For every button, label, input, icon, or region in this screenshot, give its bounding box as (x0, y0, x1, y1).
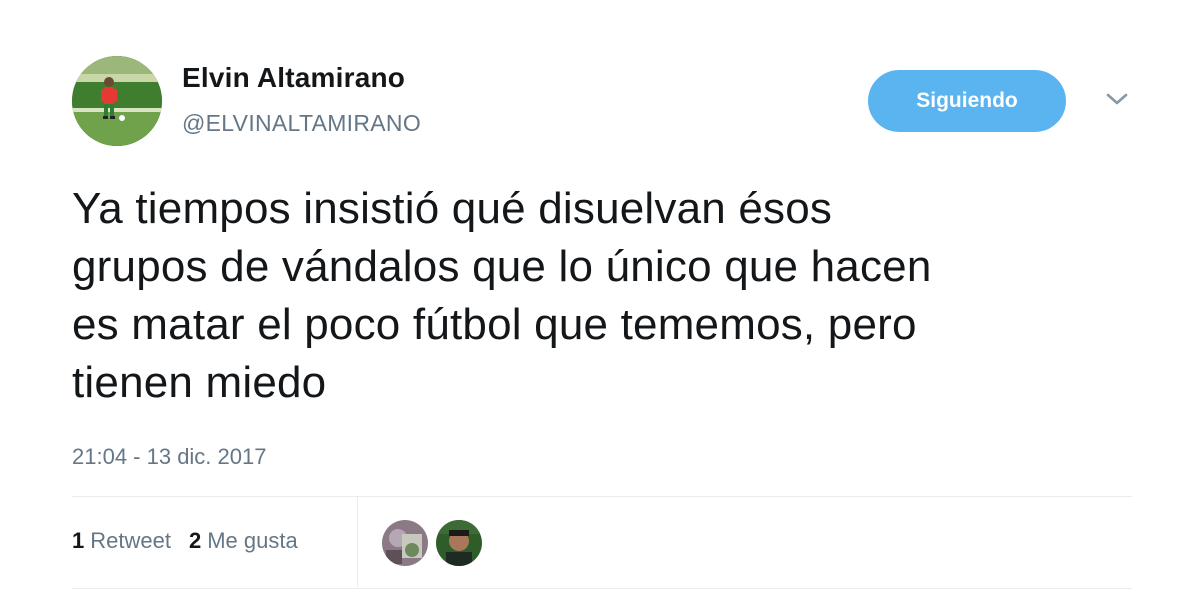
retweet-stat[interactable]: 1 Retweet (72, 528, 171, 554)
user-name[interactable]: Elvin Altamirano (182, 62, 405, 94)
avatar[interactable] (72, 56, 162, 146)
tweet-card: Elvin Altamirano @ELVINALTAMIRANO Siguie… (0, 0, 1200, 596)
tweet-text: Ya tiempos insistió qué disuelvan ésos g… (72, 180, 1152, 412)
following-button[interactable]: Siguiendo (868, 70, 1066, 132)
likes-stat[interactable]: 2 Me gusta (189, 528, 298, 554)
divider (72, 588, 1132, 589)
chevron-down-icon[interactable] (1104, 88, 1130, 110)
divider (72, 496, 1132, 497)
liker-avatar[interactable] (436, 520, 482, 566)
tweet-text-line: Ya tiempos insistió qué disuelvan ésos (72, 184, 833, 233)
retweet-label: Retweet (90, 528, 171, 553)
tweet-text-line: tienen miedo (72, 358, 327, 407)
tweet-timestamp[interactable]: 21:04 - 13 dic. 2017 (72, 444, 266, 470)
tweet-text-line: grupos de vándalos que lo único que hace… (72, 242, 932, 291)
stats-separator (357, 497, 358, 587)
liker-avatar[interactable] (382, 520, 428, 566)
user-handle[interactable]: @ELVINALTAMIRANO (182, 110, 421, 137)
avatar-image (72, 56, 162, 146)
likes-label: Me gusta (207, 528, 298, 553)
liker-avatars (382, 520, 482, 566)
likes-count: 2 (188, 528, 202, 553)
tweet-text-line: es matar el poco fútbol que tememos, per… (72, 300, 917, 349)
retweet-count: 1 (72, 528, 85, 553)
tweet-stats: 1 Retweet 2 Me gusta (72, 528, 298, 554)
